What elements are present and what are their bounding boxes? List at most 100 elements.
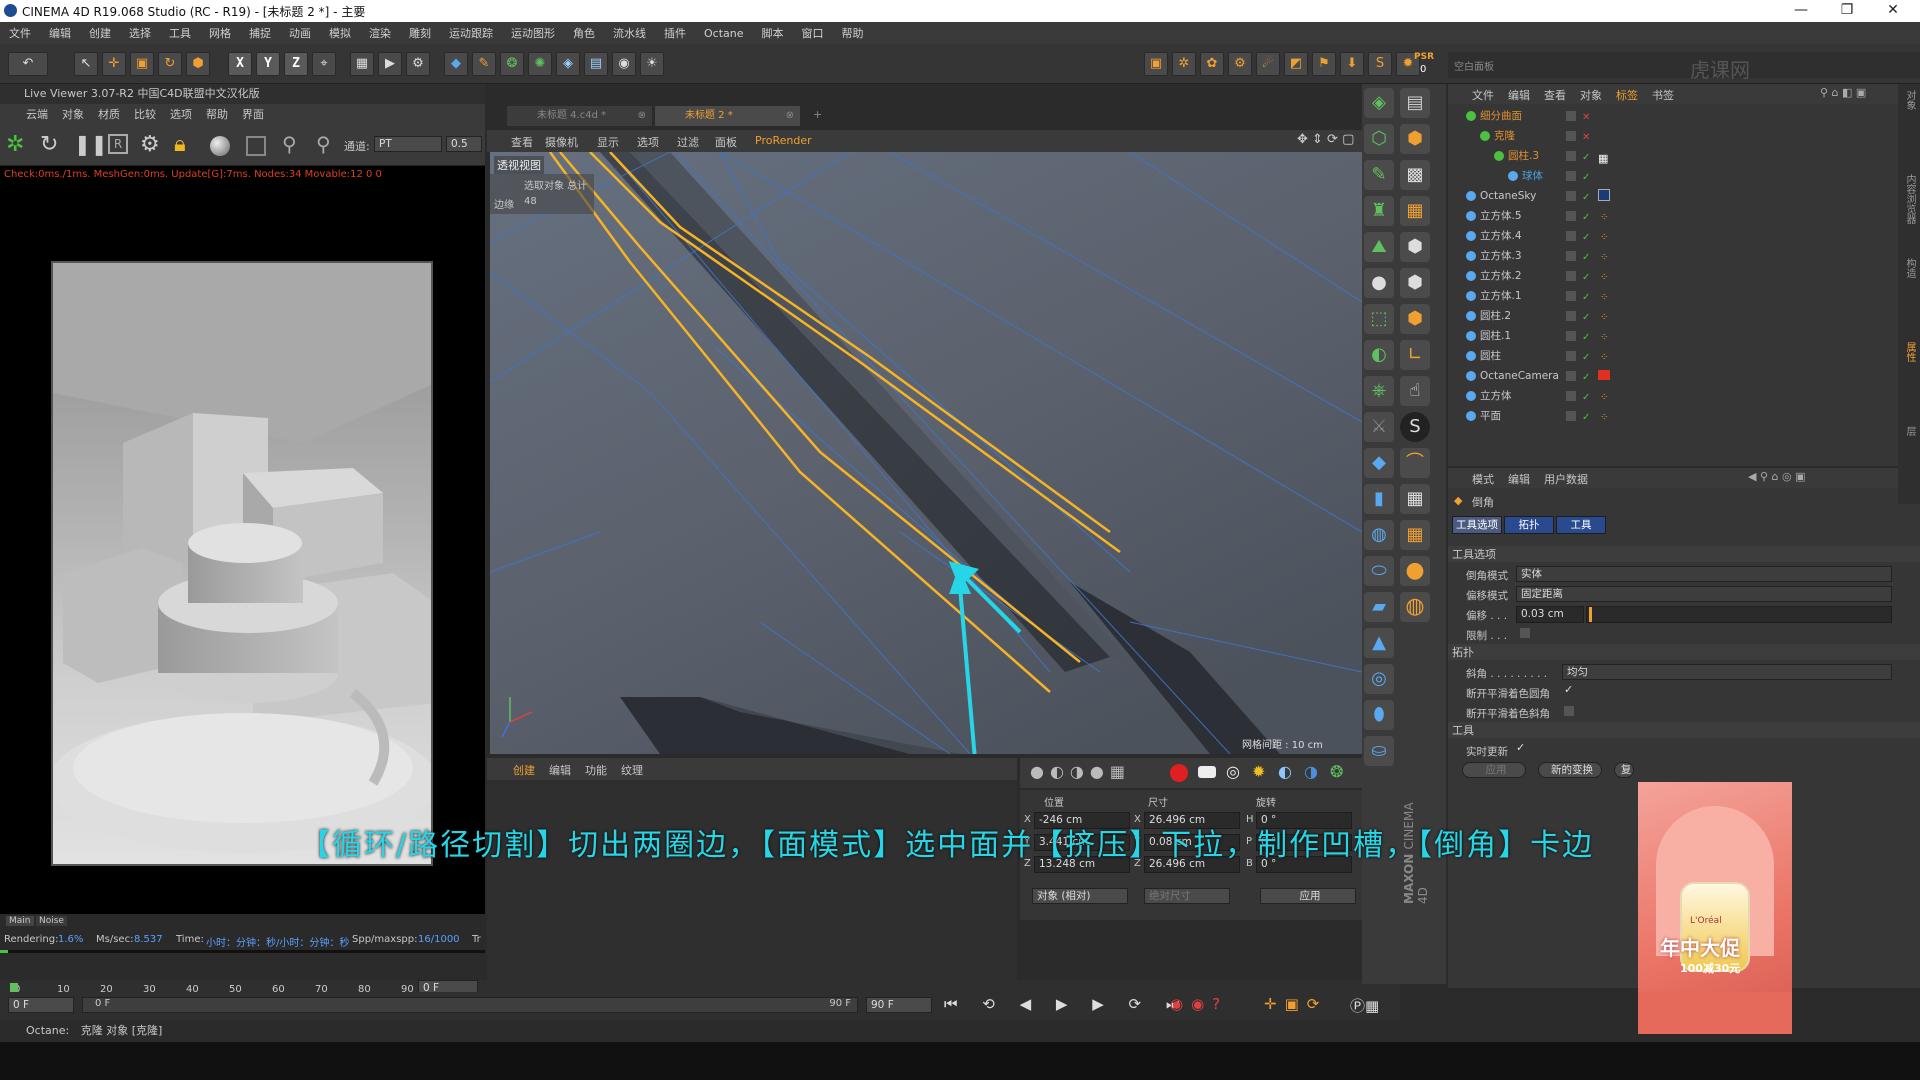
camera-icon[interactable]: ◉ [612, 52, 636, 76]
material-menu-item[interactable]: 功能 [585, 762, 607, 778]
viewport-menu-item[interactable]: 选项 [637, 134, 659, 150]
enable-toggle[interactable]: ✓ [1582, 168, 1590, 188]
menu-item[interactable]: 网格 [200, 25, 240, 41]
enable-toggle[interactable]: ✓ [1582, 268, 1590, 288]
close-tab-icon[interactable]: ⊗ [638, 106, 646, 126]
coord-mode-select[interactable]: 对象 (相对) [1032, 888, 1128, 904]
octane-s-icon[interactable]: S [1368, 52, 1392, 76]
object-row[interactable]: 球体 ✓ [1448, 166, 1908, 186]
material-tag-icon[interactable]: ⁘ [1600, 408, 1608, 428]
enable-toggle[interactable]: ✓ [1582, 388, 1590, 408]
menu-item[interactable]: 模拟 [320, 25, 360, 41]
visibility-toggle[interactable] [1566, 251, 1576, 261]
tab-main[interactable]: Main [6, 916, 34, 926]
texture-mode-icon[interactable]: ▩ [1400, 160, 1430, 190]
enable-toggle[interactable]: ✓ [1582, 408, 1590, 428]
torus-prim-icon[interactable]: ◎ [1364, 664, 1394, 694]
lv-menu-item[interactable]: 材质 [98, 106, 120, 122]
edges-icon[interactable]: ⬡ [1364, 124, 1394, 154]
orange-sphere-icon[interactable]: ● [1400, 556, 1430, 586]
points-mode-icon[interactable]: ◈ [1364, 88, 1394, 118]
object-mode-icon[interactable]: ⬢ [1400, 232, 1430, 262]
attr-menu-item[interactable]: 用户数据 [1544, 471, 1588, 487]
apply-button[interactable]: 应用 [1462, 762, 1526, 778]
om-search-icons[interactable]: ⚲ ⌂ ◧ ▣ [1820, 86, 1866, 99]
material-tag-icon[interactable]: ⁘ [1600, 288, 1608, 308]
viewport-menu-item[interactable]: 查看 [511, 134, 533, 150]
tab-noise[interactable]: Noise [36, 916, 67, 926]
attr-tab[interactable]: 工具 [1556, 516, 1606, 534]
side-tab[interactable]: 层 [1902, 426, 1917, 436]
viewport-menu-item[interactable]: 面板 [715, 134, 737, 150]
lv-menu-item[interactable]: 选项 [170, 106, 192, 122]
menu-item[interactable]: 工具 [160, 25, 200, 41]
offset-field[interactable]: 0.03 cm [1516, 606, 1584, 623]
sphere-prim-icon[interactable]: ◍ [1364, 520, 1394, 550]
undo-button[interactable]: ↶ [8, 52, 48, 76]
menu-item[interactable]: 帮助 [833, 25, 873, 41]
disc-prim-icon[interactable]: ⬭ [1364, 556, 1394, 586]
white-material-icon[interactable] [1198, 766, 1216, 778]
object-row[interactable]: 圆柱.3 ✓ ▦ [1448, 146, 1908, 166]
plane-prim-icon[interactable]: ▰ [1364, 592, 1394, 622]
pin-focus-icon[interactable]: ⚲ [316, 132, 331, 156]
size-mode-select[interactable]: 绝对尺寸 [1144, 888, 1230, 904]
reset-button[interactable]: 复 [1614, 762, 1634, 778]
object-row[interactable]: 立方体.1 ✓ ⁘ [1448, 286, 1908, 306]
channel-select[interactable]: PT [374, 136, 442, 152]
enable-toggle[interactable]: ✓ [1582, 308, 1590, 328]
om-menu-item[interactable]: 文件 [1472, 87, 1494, 103]
om-menu-item[interactable]: 编辑 [1508, 87, 1530, 103]
tab-untitled-4[interactable]: 未标题 4.c4d * ⊗ [507, 106, 652, 126]
viewport-menu-item[interactable]: ProRender [755, 134, 812, 147]
half-sphere-icon[interactable]: ◐ [1278, 762, 1292, 781]
axis-mode-icon[interactable]: ⬢ [1400, 304, 1430, 334]
object-row[interactable]: 细分曲面 ✕ [1448, 106, 1908, 126]
enable-toggle[interactable]: ✕ [1582, 108, 1590, 128]
object-row[interactable]: OctaneCamera ✓ [1448, 366, 1908, 386]
solo-icon[interactable]: ⬢ [1400, 268, 1430, 298]
om-menu-item[interactable]: 对象 [1580, 87, 1602, 103]
material-ball-icon[interactable] [210, 136, 230, 156]
octane-live-viewer-icon[interactable]: ▣ [1144, 52, 1168, 76]
close-tab-icon[interactable]: ⊗ [786, 106, 794, 126]
enable-toggle[interactable]: ✓ [1582, 228, 1590, 248]
octane-gear-icon[interactable]: ⚙ [1228, 52, 1252, 76]
array-icon[interactable]: ✺ [528, 52, 552, 76]
octane-material-icons[interactable]: ●◐◑●▦ [1030, 762, 1131, 781]
guide-lock-icon[interactable]: ▦ [1400, 520, 1430, 550]
sun-icon[interactable]: ✹ [1252, 762, 1265, 781]
enable-axis-icon[interactable]: ∟ [1400, 340, 1430, 370]
attr-tab[interactable]: 工具选项 [1452, 516, 1502, 534]
object-row[interactable]: 克隆 ✕ [1448, 126, 1908, 146]
promo-ad-banner[interactable]: L'Oréal 年中大促 100减30元 [1638, 782, 1792, 1034]
sky-icon[interactable]: ◑ [1304, 762, 1318, 781]
material-tag-icon[interactable]: ⁘ [1600, 268, 1608, 288]
bend-icon[interactable]: ⚔ [1364, 412, 1394, 442]
settings-gear-icon[interactable]: ⚙ [140, 132, 160, 157]
side-tab[interactable]: 对象 [1902, 90, 1917, 110]
lock-icon[interactable]: 🔒︎ [174, 132, 186, 157]
pen-spline-icon[interactable]: ✎ [472, 52, 496, 76]
x-axis-button[interactable]: X [228, 52, 252, 76]
octane-green-icon[interactable]: ❂ [1330, 762, 1343, 781]
target-icon[interactable]: ◎ [1226, 762, 1240, 781]
channel-value-field[interactable]: 0.5 [446, 136, 482, 152]
perspective-viewport[interactable]: 透视视图 选取对象 总计 边缘 48 网格间距 : 10 cm [490, 152, 1362, 754]
pause-icon[interactable]: ❚❚ [74, 132, 108, 156]
z-axis-button[interactable]: Z [284, 52, 308, 76]
break-phong-miter-checkbox[interactable] [1564, 706, 1574, 716]
om-menu-item[interactable]: 查看 [1544, 87, 1566, 103]
offset-mode-select[interactable]: 固定距离 [1516, 586, 1892, 602]
capsule-prim-icon[interactable]: ⬮ [1364, 700, 1394, 730]
subdivision-icon[interactable]: ❂ [500, 52, 524, 76]
octane-tag-icon[interactable]: ⚑ [1312, 52, 1336, 76]
attr-tab[interactable]: 拓扑 [1504, 516, 1554, 534]
floor-icon[interactable]: ▤ [584, 52, 608, 76]
visibility-toggle[interactable] [1566, 191, 1576, 201]
refresh-icon[interactable]: ↻ [40, 132, 58, 157]
enable-toggle[interactable]: ✓ [1582, 248, 1590, 268]
lv-menu-item[interactable]: 云端 [26, 106, 48, 122]
menu-item[interactable]: 选择 [120, 25, 160, 41]
object-row[interactable]: 平面 ✓ ⁘ [1448, 406, 1908, 426]
